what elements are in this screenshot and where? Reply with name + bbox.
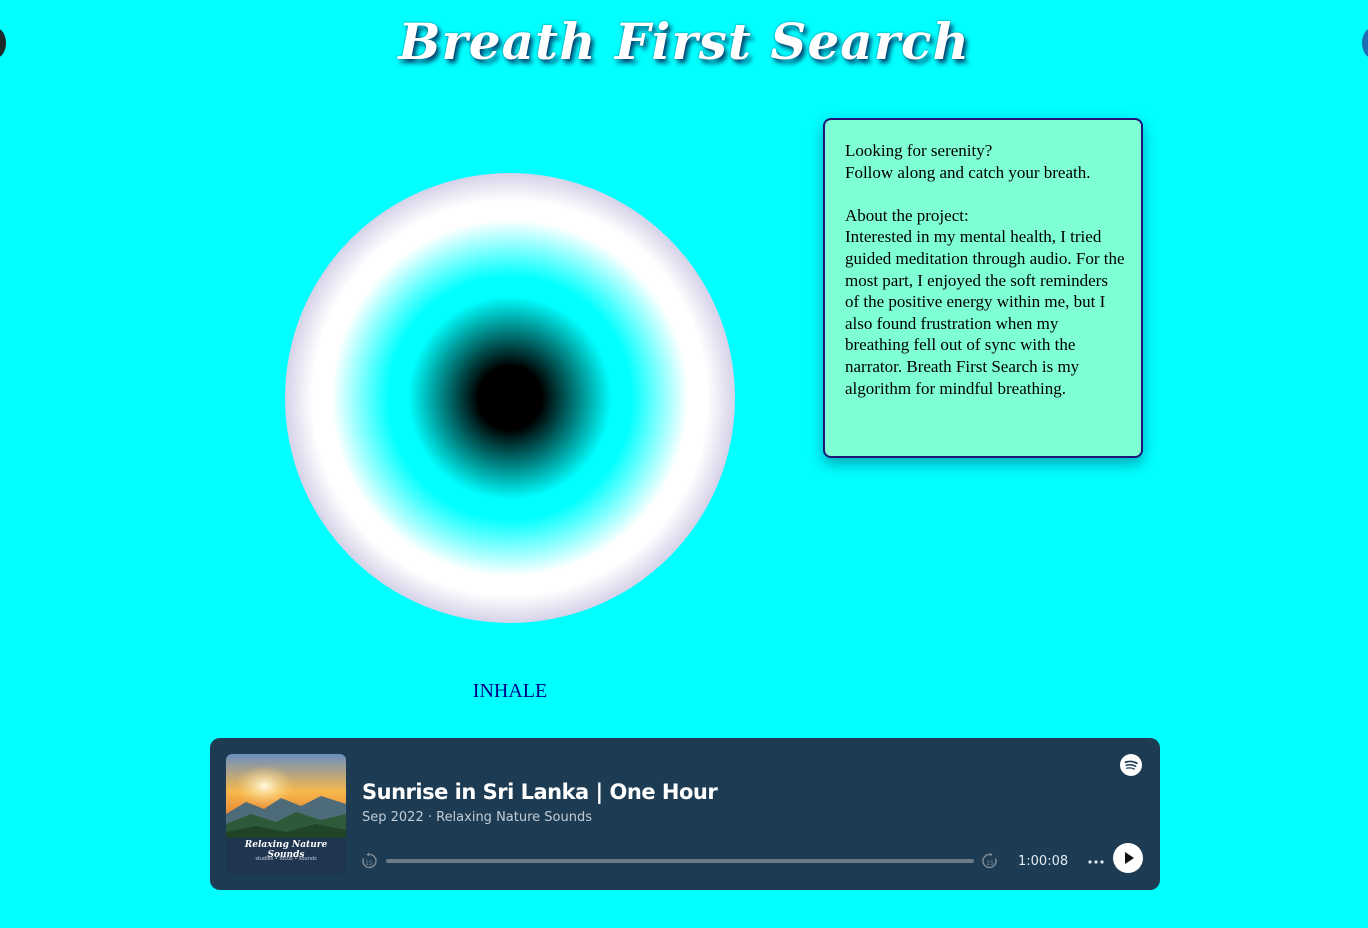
- spotify-player: Relaxing Nature Sounds studies • focus •…: [210, 738, 1160, 890]
- album-cover[interactable]: Relaxing Nature Sounds studies • focus •…: [226, 754, 346, 874]
- cover-subtitle: studies • focus • sounds: [255, 856, 317, 862]
- breathing-circle: [285, 173, 735, 623]
- intro-line-2: Follow along and catch your breath.: [845, 162, 1091, 182]
- progress-bar[interactable]: [386, 859, 974, 863]
- play-icon: [1125, 852, 1134, 864]
- about-body: Interested in my mental health, I tried …: [845, 227, 1125, 398]
- breath-phase-label: INHALE: [472, 680, 548, 702]
- info-card: Looking for serenity? Follow along and c…: [823, 118, 1143, 458]
- page: Breath First Search INHALE Looking for s…: [0, 0, 1368, 928]
- play-button[interactable]: [1113, 843, 1143, 873]
- page-title: Breath First Search: [398, 12, 970, 71]
- svg-text:15: 15: [986, 860, 994, 867]
- about-heading: About the project:: [845, 205, 969, 225]
- track-duration: 1:00:08: [1018, 854, 1069, 869]
- track-title[interactable]: Sunrise in Sri Lanka | One Hour: [362, 780, 718, 804]
- skip-back-15-icon[interactable]: 15: [360, 852, 378, 870]
- svg-text:15: 15: [365, 860, 373, 867]
- track-meta: Sep 2022 · Relaxing Nature Sounds: [362, 810, 592, 825]
- skip-forward-15-icon[interactable]: 15: [981, 852, 999, 870]
- intro-line-1: Looking for serenity?: [845, 141, 993, 160]
- spotify-logo-icon[interactable]: [1120, 754, 1142, 776]
- more-options-icon[interactable]: [1086, 850, 1106, 870]
